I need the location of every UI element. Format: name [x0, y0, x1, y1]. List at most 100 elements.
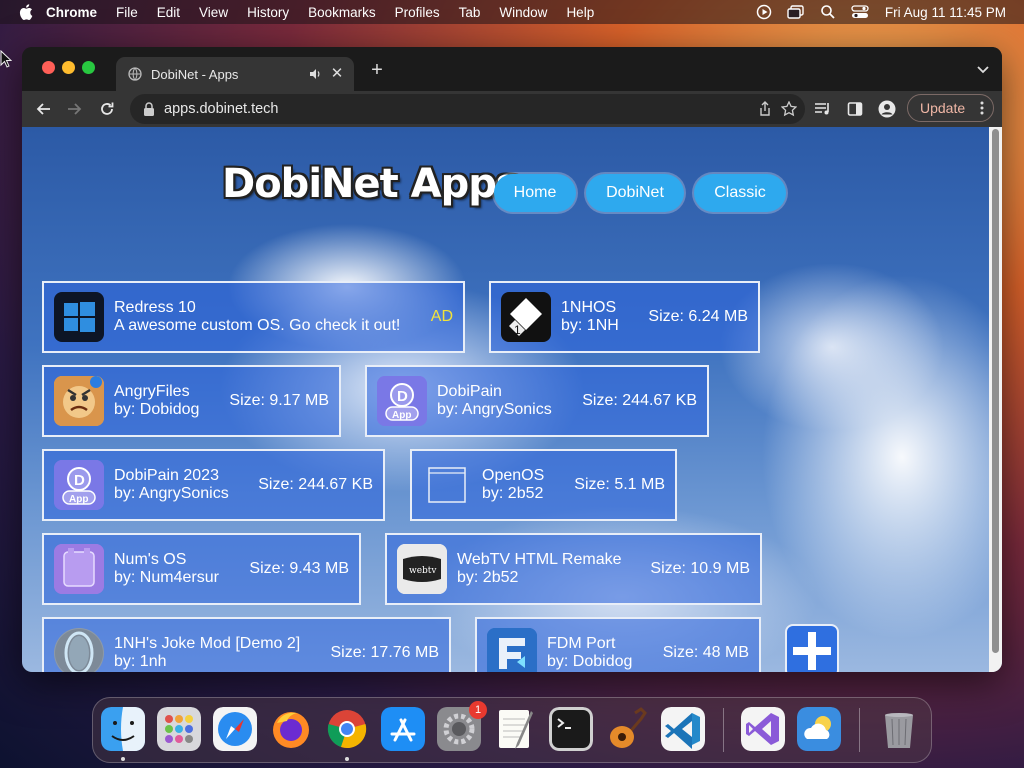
add-app-button[interactable] — [785, 624, 839, 672]
app-description: A awesome custom OS. Go check it out! — [114, 317, 401, 334]
dock-weather-icon[interactable] — [797, 707, 841, 751]
svg-text:D: D — [397, 388, 408, 405]
share-icon[interactable] — [757, 101, 773, 117]
more-options-icon[interactable] — [980, 101, 984, 115]
menu-view[interactable]: View — [199, 5, 228, 20]
svg-text:D: D — [74, 472, 85, 489]
media-control-icon[interactable] — [814, 100, 832, 118]
lock-icon[interactable] — [143, 102, 155, 116]
nav-dobinet-button[interactable]: DobiNet — [586, 174, 684, 212]
globe-icon — [128, 67, 142, 81]
app-author: by: 1nh — [114, 653, 167, 670]
play-circle-icon[interactable] — [755, 4, 773, 20]
angryfiles-icon — [54, 376, 104, 426]
menu-window[interactable]: Window — [499, 5, 547, 20]
app-size: Size: 48 MB — [662, 644, 749, 661]
1nhos-icon: 1 — [501, 292, 551, 342]
app-name: 1NH's Joke Mod [Demo 2] — [114, 635, 301, 652]
site-logo[interactable]: DobiNet Apps — [222, 161, 520, 217]
app-author: by: Dobidog — [114, 401, 200, 418]
menu-app-name[interactable]: Chrome — [46, 5, 97, 20]
audio-playing-icon[interactable] — [308, 67, 322, 81]
bookmark-star-icon[interactable] — [780, 100, 798, 117]
scrollbar-thumb[interactable] — [992, 129, 999, 653]
app-size: Size: 9.43 MB — [249, 560, 349, 577]
dock-launchpad-icon[interactable] — [157, 707, 201, 751]
chevron-down-icon[interactable] — [976, 63, 990, 75]
app-name: OpenOS — [482, 467, 545, 484]
dock-separator — [859, 708, 860, 752]
menu-bar-clock[interactable]: Fri Aug 11 11:45 PM — [885, 5, 1006, 20]
mouse-cursor-icon — [0, 49, 13, 68]
address-bar[interactable]: apps.dobinet.tech — [130, 94, 805, 124]
running-indicator — [121, 757, 125, 761]
close-window-button[interactable] — [42, 61, 55, 74]
dock-safari-icon[interactable] — [213, 707, 257, 751]
dock-finder-icon[interactable] — [101, 707, 145, 751]
app-card-1nhos[interactable]: 1 1NHOS by: 1NH Size: 6.24 MB — [489, 281, 760, 353]
app-card-dobipain[interactable]: D App DobiPain by: AngrySonics Size: 244.… — [365, 365, 709, 437]
menu-help[interactable]: Help — [566, 5, 594, 20]
tab-dobinet-apps[interactable]: DobiNet - Apps ✕ — [116, 57, 354, 91]
dock-system-settings-icon[interactable]: 1 — [437, 701, 487, 751]
app-card-webtv-html-remake[interactable]: webtv WebTV HTML Remake by: 2b52 Size: 1… — [385, 533, 762, 605]
menu-history[interactable]: History — [247, 5, 289, 20]
apple-icon[interactable] — [18, 4, 34, 20]
app-card-redress-10[interactable]: Redress 10 A awesome custom OS. Go check… — [42, 281, 465, 353]
menu-tab[interactable]: Tab — [459, 5, 481, 20]
dock-vscode-icon[interactable] — [661, 707, 705, 751]
new-tab-button[interactable]: + — [368, 60, 386, 80]
menu-file[interactable]: File — [116, 5, 138, 20]
app-name: FDM Port — [547, 635, 616, 652]
app-author: by: AngrySonics — [114, 485, 229, 502]
dock-garageband-icon[interactable] — [605, 707, 649, 751]
app-card-openos[interactable]: OpenOS by: 2b52 Size: 5.1 MB — [410, 449, 677, 521]
dock: 1 — [92, 697, 932, 763]
reload-icon[interactable] — [98, 100, 116, 118]
app-size: Size: 5.1 MB — [574, 476, 665, 493]
update-button[interactable]: Update — [907, 94, 994, 122]
app-card-1nhs-joke-mod[interactable]: 1NH's Joke Mod [Demo 2] by: 1nh Size: 17… — [42, 617, 451, 672]
minimize-window-button[interactable] — [62, 61, 75, 74]
app-size: Size: 9.17 MB — [229, 392, 329, 409]
menu-bookmarks[interactable]: Bookmarks — [308, 5, 376, 20]
close-tab-icon[interactable]: ✕ — [330, 66, 344, 81]
menu-edit[interactable]: Edit — [157, 5, 180, 20]
tab-title: DobiNet - Apps — [151, 66, 239, 82]
side-panel-icon[interactable] — [846, 100, 864, 118]
app-author: by: Dobidog — [547, 653, 633, 670]
app-card-angryfiles[interactable]: AngryFiles by: Dobidog Size: 9.17 MB — [42, 365, 341, 437]
dock-terminal-icon[interactable] — [549, 707, 593, 751]
app-size: Size: 6.24 MB — [648, 308, 748, 325]
dock-textedit-icon[interactable] — [493, 707, 537, 751]
screen-mirroring-icon[interactable] — [787, 4, 805, 20]
profile-avatar-icon[interactable] — [878, 100, 896, 118]
dock-separator — [723, 708, 724, 752]
zoom-window-button[interactable] — [82, 61, 95, 74]
dobipain-icon: D App — [54, 460, 104, 510]
app-card-dobipain-2023[interactable]: D App DobiPain 2023 by: AngrySonics Size:… — [42, 449, 385, 521]
menu-profiles[interactable]: Profiles — [395, 5, 440, 20]
forward-arrow-icon[interactable] — [66, 100, 84, 118]
app-card-nums-os[interactable]: Num's OS by: Num4ersur Size: 9.43 MB — [42, 533, 361, 605]
vertical-scrollbar[interactable] — [989, 127, 1002, 672]
spotlight-search-icon[interactable] — [819, 4, 837, 20]
dock-app-store-icon[interactable] — [381, 707, 425, 751]
back-arrow-icon[interactable] — [34, 100, 52, 118]
nav-home-button[interactable]: Home — [494, 174, 576, 212]
menu-bar: Chrome File Edit View History Bookmarks … — [0, 0, 1024, 24]
dock-firefox-icon[interactable] — [269, 707, 313, 751]
dock-trash-icon[interactable] — [877, 707, 921, 751]
running-indicator — [345, 757, 349, 761]
app-author: by: 1NH — [561, 317, 619, 334]
dock-chrome-icon[interactable] — [325, 707, 369, 751]
url-text[interactable]: apps.dobinet.tech — [164, 101, 278, 117]
control-center-icon[interactable] — [851, 4, 869, 20]
dock-visual-studio-icon[interactable] — [741, 707, 785, 751]
app-name: Redress 10 — [114, 299, 196, 316]
app-card-fdm-port[interactable]: FDM Port by: Dobidog Size: 48 MB — [475, 617, 761, 672]
nav-classic-button[interactable]: Classic — [694, 174, 786, 212]
app-name: Num's OS — [114, 551, 187, 568]
ad-badge: AD — [430, 308, 453, 325]
app-size: Size: 10.9 MB — [650, 560, 750, 577]
